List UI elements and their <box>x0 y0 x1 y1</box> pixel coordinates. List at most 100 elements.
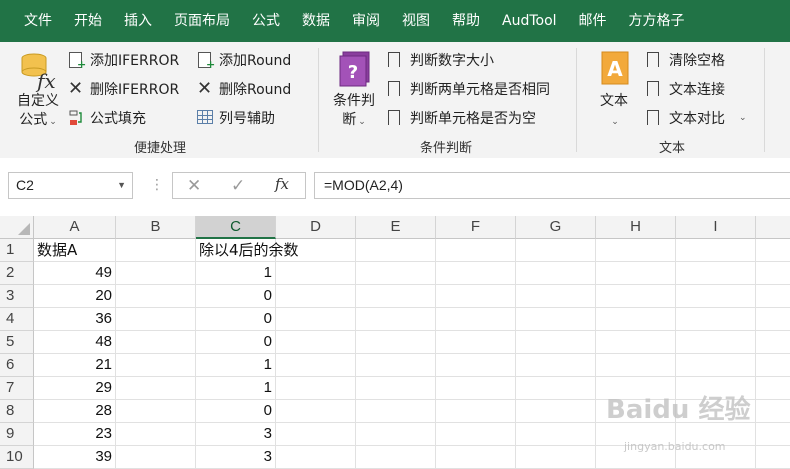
cell-i3[interactable] <box>676 285 756 308</box>
tab-page-layout[interactable]: 页面布局 <box>163 0 241 42</box>
cell-a7[interactable]: 29 <box>34 377 116 400</box>
formula-input[interactable]: =MOD(A2,4) <box>314 172 790 199</box>
cell-a6[interactable]: 21 <box>34 354 116 377</box>
cell-j3[interactable] <box>756 285 790 308</box>
cell-i4[interactable] <box>676 308 756 331</box>
cell-j8[interactable] <box>756 400 790 423</box>
cell-a3[interactable]: 20 <box>34 285 116 308</box>
cell-g8[interactable] <box>516 400 596 423</box>
cell-j2[interactable] <box>756 262 790 285</box>
cell-b1[interactable] <box>116 239 196 262</box>
cell-h6[interactable] <box>596 354 676 377</box>
column-header-i[interactable]: I <box>676 216 756 239</box>
confirm-check-icon[interactable]: ✓ <box>231 176 245 196</box>
cell-c1[interactable]: 除以4后的余数 <box>196 239 299 262</box>
cell-h8[interactable] <box>596 400 676 423</box>
cell-f4[interactable] <box>436 308 516 331</box>
cell-j9[interactable] <box>756 423 790 446</box>
cell-d1[interactable] <box>276 239 356 262</box>
cell-e7[interactable] <box>356 377 436 400</box>
cell-d2[interactable] <box>276 262 356 285</box>
cell-a9[interactable]: 23 <box>34 423 116 446</box>
cell-h5[interactable] <box>596 331 676 354</box>
column-header-c[interactable]: C <box>196 216 276 239</box>
row-header[interactable]: 1 <box>0 239 34 262</box>
cell-b7[interactable] <box>116 377 196 400</box>
row-header[interactable]: 7 <box>0 377 34 400</box>
cell-j5[interactable] <box>756 331 790 354</box>
text-button[interactable]: A 文本 ⌄ <box>590 48 638 132</box>
cell-j10[interactable] <box>756 446 790 469</box>
cell-b3[interactable] <box>116 285 196 308</box>
cell-c7[interactable]: 1 <box>196 377 276 400</box>
column-header-partial[interactable] <box>756 216 790 239</box>
cell-d4[interactable] <box>276 308 356 331</box>
cell-e8[interactable] <box>356 400 436 423</box>
chevron-down-icon[interactable]: ▼ <box>117 173 126 198</box>
cell-c2[interactable]: 1 <box>196 262 276 285</box>
tab-mail[interactable]: 邮件 <box>568 0 618 42</box>
column-helper-button[interactable]: 列号辅助 <box>197 106 275 130</box>
cell-e9[interactable] <box>356 423 436 446</box>
drag-handle-icon[interactable]: ⋮ <box>150 176 164 194</box>
tab-fangfang-gezi[interactable]: 方方格子 <box>618 0 696 42</box>
cell-i5[interactable] <box>676 331 756 354</box>
tab-help[interactable]: 帮助 <box>441 0 491 42</box>
cell-f10[interactable] <box>436 446 516 469</box>
cell-c4[interactable]: 0 <box>196 308 276 331</box>
tab-data[interactable]: 数据 <box>291 0 341 42</box>
cell-b9[interactable] <box>116 423 196 446</box>
column-header-b[interactable]: B <box>116 216 196 239</box>
cell-b10[interactable] <box>116 446 196 469</box>
cell-h1[interactable] <box>596 239 676 262</box>
cell-f5[interactable] <box>436 331 516 354</box>
cell-e1[interactable] <box>356 239 436 262</box>
cell-d7[interactable] <box>276 377 356 400</box>
cell-i2[interactable] <box>676 262 756 285</box>
cell-a8[interactable]: 28 <box>34 400 116 423</box>
select-all-button[interactable] <box>0 216 34 239</box>
tab-review[interactable]: 审阅 <box>341 0 391 42</box>
condition-judge-button[interactable]: ? 条件判 断 ⌄ <box>328 48 380 132</box>
cell-a1[interactable]: 数据A <box>34 239 116 262</box>
cell-d8[interactable] <box>276 400 356 423</box>
tab-insert[interactable]: 插入 <box>113 0 163 42</box>
cell-d10[interactable] <box>276 446 356 469</box>
cell-c3[interactable]: 0 <box>196 285 276 308</box>
judge-two-cells-button[interactable]: 判断两单元格是否相同 <box>388 77 550 101</box>
row-header[interactable]: 5 <box>0 331 34 354</box>
cell-j1[interactable] <box>756 239 790 262</box>
cell-g5[interactable] <box>516 331 596 354</box>
cell-d6[interactable] <box>276 354 356 377</box>
cell-g2[interactable] <box>516 262 596 285</box>
cancel-icon[interactable]: ✕ <box>187 176 201 196</box>
column-header-e[interactable]: E <box>356 216 436 239</box>
cell-c9[interactable]: 3 <box>196 423 276 446</box>
cell-e6[interactable] <box>356 354 436 377</box>
cell-g7[interactable] <box>516 377 596 400</box>
cell-b4[interactable] <box>116 308 196 331</box>
row-header[interactable]: 8 <box>0 400 34 423</box>
column-header-g[interactable]: G <box>516 216 596 239</box>
cell-a2[interactable]: 49 <box>34 262 116 285</box>
column-header-d[interactable]: D <box>276 216 356 239</box>
cell-d9[interactable] <box>276 423 356 446</box>
row-header[interactable]: 4 <box>0 308 34 331</box>
cell-g9[interactable] <box>516 423 596 446</box>
cell-e2[interactable] <box>356 262 436 285</box>
row-header[interactable]: 10 <box>0 446 34 469</box>
column-header-a[interactable]: A <box>34 216 116 239</box>
cell-e10[interactable] <box>356 446 436 469</box>
cell-f8[interactable] <box>436 400 516 423</box>
tab-audtool[interactable]: AudTool <box>491 0 568 42</box>
add-iferror-button[interactable]: + 添加IFERROR <box>68 48 179 72</box>
cell-j6[interactable] <box>756 354 790 377</box>
text-concat-button[interactable]: 文本连接 <box>647 77 725 101</box>
cell-a5[interactable]: 48 <box>34 331 116 354</box>
row-header[interactable]: 3 <box>0 285 34 308</box>
cell-d3[interactable] <box>276 285 356 308</box>
cell-f1[interactable] <box>436 239 516 262</box>
cell-f3[interactable] <box>436 285 516 308</box>
cell-b5[interactable] <box>116 331 196 354</box>
tab-file[interactable]: 文件 <box>0 0 63 42</box>
